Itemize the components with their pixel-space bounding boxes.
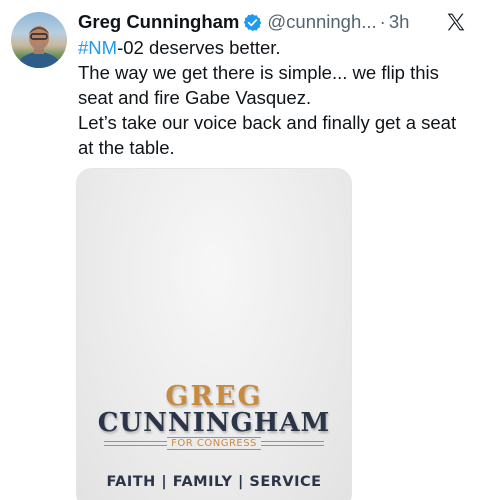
x-logo-icon[interactable] bbox=[446, 12, 466, 32]
logo-rule-right bbox=[260, 440, 325, 446]
author-handle[interactable]: @cunningh... bbox=[267, 9, 376, 35]
author-name[interactable]: Greg Cunningham bbox=[78, 9, 239, 35]
tweet-card[interactable]: Greg Cunningham @cunningh... · 3h #NM-02… bbox=[0, 0, 478, 500]
logo-rule-left bbox=[104, 440, 168, 446]
tweet-timestamp[interactable]: 3h bbox=[389, 9, 410, 35]
avatar[interactable] bbox=[11, 12, 67, 68]
hashtag-link[interactable]: #NM bbox=[78, 37, 117, 58]
logo-last-name: CUNNINGHAM bbox=[97, 408, 331, 438]
tweet-text: #NM-02 deserves better. The way we get t… bbox=[78, 35, 473, 160]
tweet-line-3: Let’s take our voice back and finally ge… bbox=[78, 112, 457, 158]
header-separator: · bbox=[379, 11, 386, 32]
verified-badge-icon bbox=[244, 13, 262, 31]
tweet-line-1: #NM-02 deserves better. bbox=[78, 35, 473, 60]
campaign-slogan: FAITH | FAMILY | SERVICE bbox=[106, 474, 322, 490]
avatar-photo bbox=[17, 26, 61, 68]
logo-tagline: FOR CONGRESS bbox=[167, 436, 261, 450]
tweet-line-1-rest: -02 deserves better. bbox=[117, 37, 281, 58]
logo-tagline-row: FOR CONGRESS bbox=[104, 436, 325, 450]
tweet-header: Greg Cunningham @cunningh... · 3h bbox=[78, 9, 409, 35]
tweet-line-2: The way we get there is simple... we fli… bbox=[78, 62, 439, 108]
tweet-media-image[interactable]: GREG CUNNINGHAM FOR CONGRESS FAITH | FAM… bbox=[76, 168, 352, 500]
